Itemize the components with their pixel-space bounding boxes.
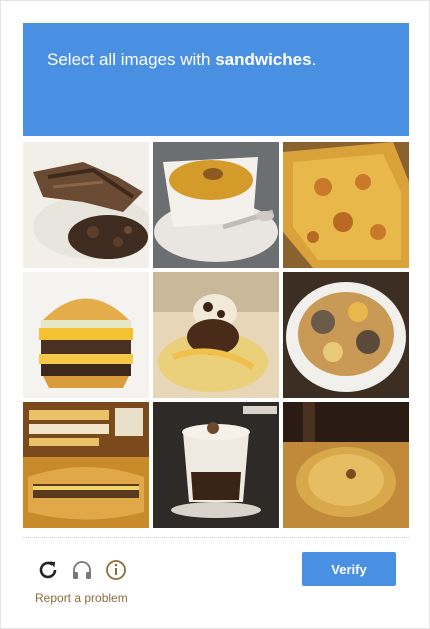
toolbar-icons: [36, 558, 146, 582]
tile-image: [23, 142, 149, 268]
image-tile-plate-on-table[interactable]: [283, 402, 409, 528]
instruction-target: sandwiches: [215, 50, 312, 69]
image-tile-ice-cream-dessert[interactable]: [153, 272, 279, 398]
image-tile-coffee-drink[interactable]: [153, 402, 279, 528]
instruction-prefix: Select all images with: [47, 50, 216, 69]
captcha-instruction: Select all images with sandwiches.: [47, 49, 385, 71]
image-tile-burger[interactable]: [23, 272, 149, 398]
report-problem-link[interactable]: Report a problem: [35, 591, 128, 605]
tile-image: [153, 402, 279, 528]
tile-image: [153, 142, 279, 268]
reload-icon[interactable]: [36, 558, 60, 582]
image-grid: [23, 142, 409, 528]
tile-image: [23, 272, 149, 398]
image-tile-pizza[interactable]: [283, 142, 409, 268]
footer-divider: [23, 537, 409, 538]
image-tile-shredded-meat[interactable]: [23, 142, 149, 268]
tile-image: [23, 402, 149, 528]
instruction-suffix: .: [311, 50, 317, 69]
info-icon[interactable]: [104, 558, 128, 582]
tile-image: [283, 142, 409, 268]
image-tile-soup-bowl[interactable]: [153, 142, 279, 268]
tile-image: [153, 272, 279, 398]
verify-button[interactable]: Verify: [302, 552, 396, 586]
tile-image: [283, 402, 409, 528]
headphones-icon[interactable]: [70, 558, 94, 582]
captcha-header: Select all images with sandwiches.: [23, 23, 409, 136]
image-tile-food-plate[interactable]: [283, 272, 409, 398]
tile-image: [283, 272, 409, 398]
image-tile-sub-sandwich-sign[interactable]: [23, 402, 149, 528]
